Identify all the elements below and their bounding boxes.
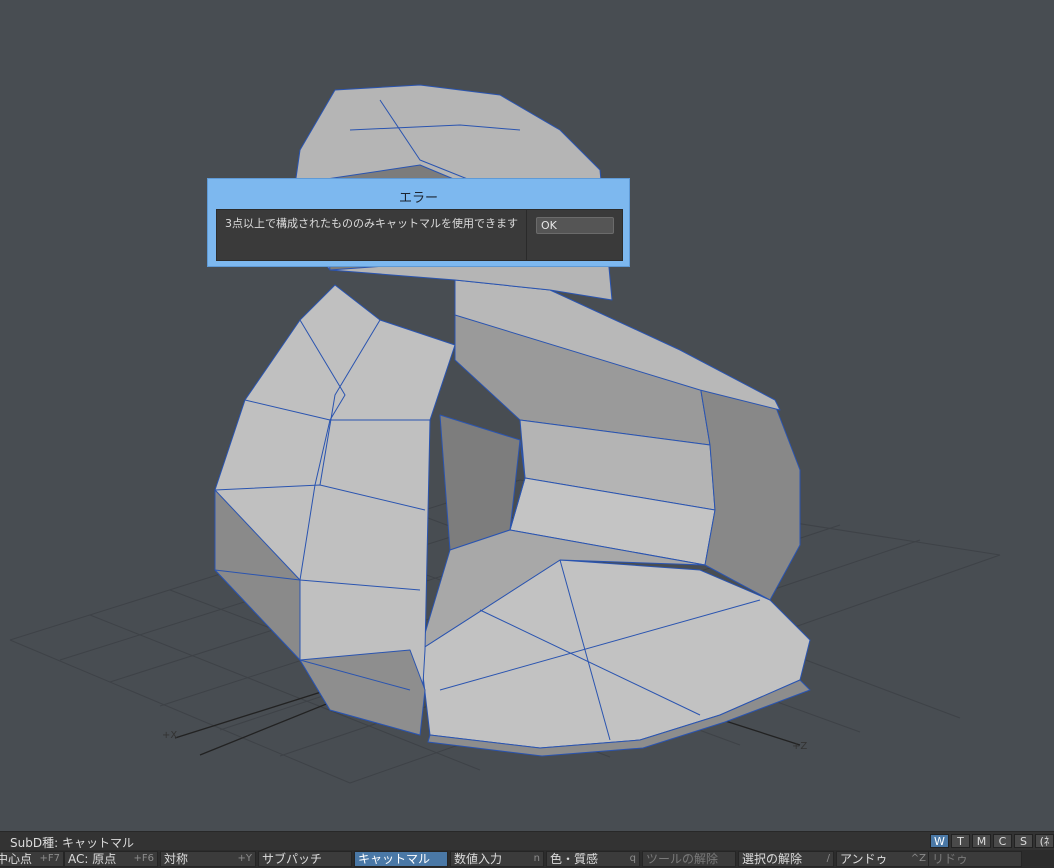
ok-button[interactable]: OK (536, 217, 614, 234)
command-label: 選択の解除 (742, 852, 803, 866)
status-text: SubD種: キャットマル (10, 836, 134, 850)
mode-button-t[interactable]: T (951, 834, 970, 848)
mode-button-c[interactable]: C (993, 834, 1012, 848)
axis-z-label: +Z (792, 741, 807, 752)
shortcut-key: q (629, 853, 636, 864)
command-label: AC: 原点 (68, 852, 117, 866)
shortcut-key: +Y (237, 853, 253, 864)
command-label: リドゥ (932, 852, 969, 866)
axis-x-label: +X (162, 730, 177, 741)
mode-button-m[interactable]: M (972, 834, 991, 848)
command-label: キャットマル (358, 852, 431, 866)
shortcut-key: / (826, 853, 830, 864)
subpatch-button[interactable]: サブパッチ (258, 851, 352, 867)
shortcut-key: +F7 (39, 853, 61, 864)
status-bar: SubD種: キャットマル W T M C S (ﾈ (0, 831, 1054, 850)
command-label: 数値入力 (454, 852, 503, 866)
mode-button-extra[interactable]: (ﾈ (1035, 834, 1054, 848)
mode-button-group: W T M C S (ﾈ (930, 834, 1054, 848)
numeric-input-button[interactable]: 数値入力 n (450, 851, 544, 867)
command-label: アンドゥ (840, 852, 888, 866)
action-center-button[interactable]: AC: 原点 +F6 (64, 851, 158, 867)
inner-wall-left (439, 414, 521, 551)
surface-editor-button[interactable]: 色・質感 q (546, 851, 640, 867)
symmetry-button[interactable]: 対称 +Y (160, 851, 256, 867)
error-dialog: エラー 3点以上で構成されたもののみキャットマルを使用できます OK (207, 178, 630, 267)
command-label: 色・質感 (550, 852, 599, 866)
mode-button-w[interactable]: W (930, 834, 949, 848)
undo-button[interactable]: アンドゥ ^Z (836, 851, 930, 867)
right-rim (699, 384, 801, 601)
shortcut-key: ^Z (910, 853, 926, 864)
drop-tool-button[interactable]: ツールの解除 (642, 851, 736, 867)
dialog-divider (526, 210, 527, 260)
command-label: 対称 (164, 852, 189, 866)
dialog-body: 3点以上で構成されたもののみキャットマルを使用できます OK (216, 209, 623, 261)
shortcut-key: n (533, 853, 540, 864)
3d-viewport[interactable]: +X +Z エラー 3点以上で構成されたもののみキャットマルを使用できます OK (0, 0, 1054, 830)
deselect-button[interactable]: 選択の解除 / (738, 851, 834, 867)
shortcut-key: +F6 (133, 853, 155, 864)
command-label: サブパッチ (262, 852, 323, 866)
mode-button-s[interactable]: S (1014, 834, 1033, 848)
command-label: ツールの解除 (646, 852, 719, 866)
command-label: 中心点 (0, 852, 33, 866)
center-point-button[interactable]: 中心点 +F7 (0, 851, 64, 867)
dialog-message: 3点以上で構成されたもののみキャットマルを使用できます (225, 217, 518, 230)
redo-button[interactable]: リドゥ (928, 851, 1022, 867)
command-bar: 中心点 +F7 AC: 原点 +F6 対称 +Y サブパッチ キャットマル 数値… (0, 850, 1054, 868)
dialog-title: エラー (398, 191, 438, 206)
model-canvas: +X +Z (9, 84, 1001, 784)
catmull-clark-button[interactable]: キャットマル (354, 851, 448, 867)
